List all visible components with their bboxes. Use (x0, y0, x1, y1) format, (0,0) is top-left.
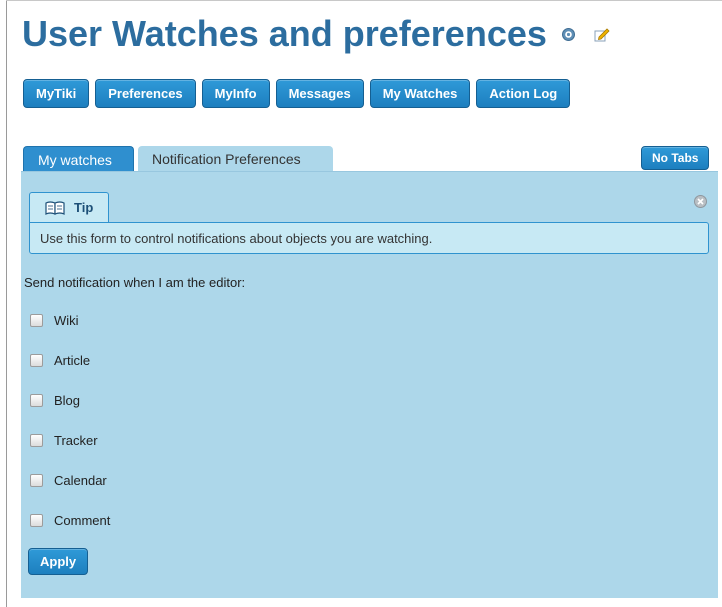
tracker-checkbox[interactable] (30, 433, 43, 447)
tab-my-watches[interactable]: My watches (23, 146, 134, 172)
no-tabs-button[interactable]: No Tabs (641, 146, 710, 170)
help-icon[interactable] (562, 28, 575, 41)
messages-button[interactable]: Messages (275, 79, 364, 108)
preferences-button[interactable]: Preferences (95, 79, 196, 108)
mytiki-button[interactable]: MyTiki (23, 79, 90, 108)
option-article[interactable]: Article (30, 351, 90, 369)
comment-label: Comment (54, 512, 111, 528)
comment-checkbox[interactable] (30, 513, 43, 527)
apply-button[interactable]: Apply (28, 548, 89, 575)
book-icon (45, 201, 65, 215)
tip-box: Use this form to control notifications a… (29, 222, 709, 254)
option-calendar[interactable]: Calendar (30, 471, 107, 489)
calendar-checkbox[interactable] (30, 473, 43, 487)
page-title: User Watches and preferences (22, 13, 547, 54)
tip-text: Use this form to control notifications a… (40, 231, 433, 246)
article-label: Article (54, 352, 91, 368)
option-blog[interactable]: Blog (30, 391, 80, 409)
myinfo-button[interactable]: MyInfo (201, 79, 270, 108)
edit-icon[interactable] (594, 26, 610, 42)
tracker-label: Tracker (54, 432, 98, 448)
option-comment[interactable]: Comment (30, 511, 110, 529)
action-log-button[interactable]: Action Log (476, 79, 571, 108)
option-wiki[interactable]: Wiki (30, 311, 79, 329)
close-icon[interactable] (694, 195, 707, 208)
wiki-label: Wiki (54, 312, 79, 328)
option-tracker[interactable]: Tracker (30, 431, 98, 449)
blog-label: Blog (54, 392, 81, 408)
blog-checkbox[interactable] (30, 393, 43, 407)
article-checkbox[interactable] (30, 353, 43, 367)
content-border-top (6, 0, 722, 1)
tip-label: Tip (74, 200, 94, 215)
my-watches-button[interactable]: My Watches (369, 79, 471, 108)
tip-header: Tip (29, 192, 109, 222)
wiki-checkbox[interactable] (30, 313, 43, 327)
send-notification-label: Send notification when I am the editor: (24, 275, 246, 290)
top-nav: MyTiki Preferences MyInfo Messages My Wa… (23, 79, 571, 108)
content-border-left (6, 0, 7, 607)
tab-notification-preferences[interactable]: Notification Preferences (138, 146, 333, 172)
calendar-label: Calendar (54, 472, 107, 488)
